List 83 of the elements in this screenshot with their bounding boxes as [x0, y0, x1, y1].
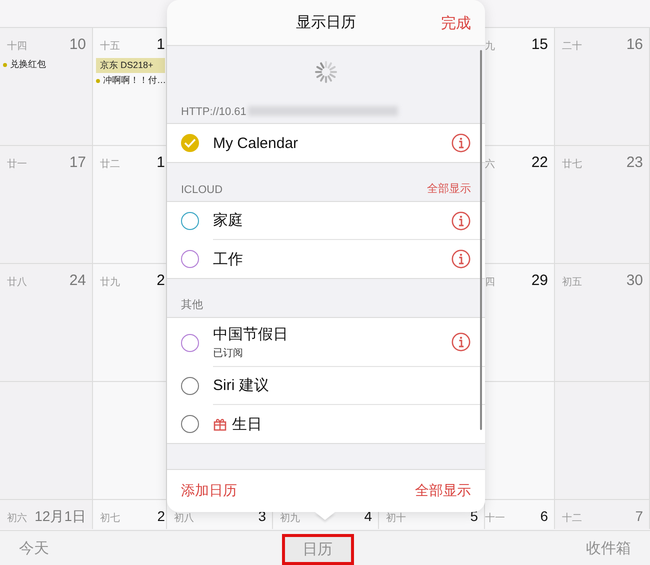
lunar-date: 初九 [280, 512, 300, 525]
day-cell[interactable] [555, 382, 650, 499]
section-header: HTTP://10.61 [181, 106, 246, 118]
day-number: 29 [531, 272, 548, 289]
day-cell[interactable]: 九 15 [485, 28, 555, 145]
info-icon[interactable] [451, 133, 471, 153]
day-number: 10 [69, 36, 86, 53]
lunar-date: 廿九 [100, 276, 120, 289]
day-cell[interactable]: 六 22 [485, 146, 555, 263]
lunar-date: 十四 [7, 40, 27, 53]
day-number: 2 [156, 272, 165, 289]
unchecked-circle[interactable] [181, 250, 199, 268]
show-all-link[interactable]: 全部显示 [427, 181, 471, 196]
lunar-date: 廿一 [7, 158, 27, 171]
calendar-subtitle: 已订阅 [213, 346, 244, 360]
info-icon[interactable] [451, 210, 471, 230]
lunar-date: 四 [485, 276, 495, 289]
calendar-name: 家庭 [213, 211, 243, 230]
popover-title: 显示日历 [296, 13, 356, 32]
day-number: 12月1日 [34, 508, 86, 526]
add-calendar-button[interactable]: 添加日历 [181, 482, 237, 500]
section-header: 其他 [181, 298, 203, 312]
done-button[interactable]: 完成 [441, 14, 471, 33]
day-number: 6 [540, 508, 548, 524]
day-cell[interactable]: 二十 16 [555, 28, 650, 145]
lunar-date: 初八 [174, 512, 194, 525]
lunar-date: 十一 [485, 512, 505, 525]
day-number: 17 [69, 154, 86, 171]
lunar-date: 廿八 [7, 276, 27, 289]
lunar-date: 二十 [562, 40, 582, 53]
event-title[interactable]: 兑换红包 [10, 58, 46, 71]
lunar-date: 六 [485, 158, 495, 171]
calendar-name: Siri 建议 [213, 376, 269, 395]
day-cell[interactable] [0, 382, 93, 499]
day-number: 22 [531, 154, 548, 171]
section-header: ICLOUD [181, 184, 223, 196]
calendar-name: 中国节假日 [213, 324, 288, 344]
unchecked-circle[interactable] [181, 212, 199, 230]
lunar-date: 初六 [7, 512, 27, 525]
calendar-name: 生日 [232, 414, 262, 434]
info-icon[interactable] [451, 249, 471, 269]
lunar-date: 初七 [100, 512, 120, 525]
lunar-date: 廿七 [562, 158, 582, 171]
show-all-button[interactable]: 全部显示 [415, 482, 471, 500]
day-cell[interactable]: 四 29 [485, 264, 555, 381]
lunar-date: 初五 [562, 276, 582, 289]
day-number: 30 [626, 272, 643, 289]
day-cell[interactable]: 廿八 24 [0, 264, 93, 381]
day-cell[interactable]: 初五 30 [555, 264, 650, 381]
scrollbar[interactable] [480, 50, 482, 430]
checked-circle[interactable] [181, 134, 199, 152]
day-number: 24 [69, 272, 86, 289]
day-cell[interactable]: 十五 1 京东 DS218+ 冲啊啊！！付… [93, 28, 167, 145]
day-cell[interactable]: 十四 10 兑换红包 [0, 28, 93, 145]
event-bar[interactable]: 京东 DS218+ [96, 58, 165, 73]
day-number: 4 [364, 508, 372, 524]
lunar-date: 十五 [100, 40, 120, 53]
lunar-date: 初十 [386, 512, 406, 525]
day-number: 23 [626, 154, 643, 171]
unchecked-circle[interactable] [181, 377, 199, 395]
lunar-date: 十二 [562, 512, 582, 525]
day-number: 5 [470, 508, 478, 524]
day-cell[interactable]: 十一 6 [485, 500, 555, 529]
lunar-date: 九 [485, 40, 495, 53]
day-number: 15 [531, 36, 548, 53]
day-cell[interactable]: 初六 12月1日 [0, 500, 93, 529]
day-cell[interactable]: 廿七 23 [555, 146, 650, 263]
event-title[interactable]: 冲啊啊！！付… [103, 74, 166, 87]
unchecked-circle[interactable] [181, 334, 199, 352]
info-icon[interactable] [451, 332, 471, 352]
day-number: 7 [635, 508, 643, 524]
calendar-name: 工作 [213, 250, 243, 268]
day-number: 2 [157, 508, 165, 524]
day-number: 1 [156, 36, 165, 53]
lunar-date: 廿二 [100, 158, 120, 171]
unchecked-circle[interactable] [181, 415, 199, 433]
calendar-name: My Calendar [213, 134, 298, 152]
loading-spinner-icon [314, 60, 338, 84]
day-cell[interactable]: 廿一 17 [0, 146, 93, 263]
day-number: 16 [626, 36, 643, 53]
gift-icon [213, 417, 227, 431]
day-cell[interactable]: 十二 7 [555, 500, 650, 529]
day-number: 1 [156, 154, 165, 171]
